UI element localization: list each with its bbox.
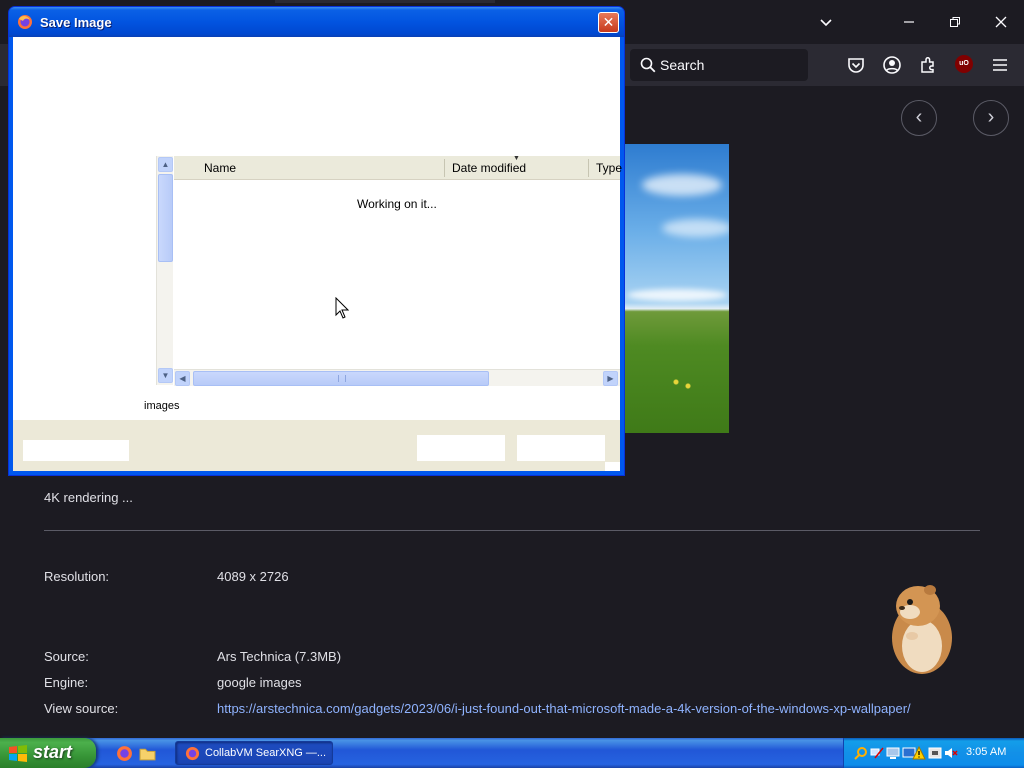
dialog-body: ▲ ▼ Name ▼ Date modified Type Working on… <box>13 37 622 471</box>
triangle-down-icon: ▼ <box>161 371 170 380</box>
horizontal-scroll-thumb[interactable] <box>193 371 489 386</box>
engine-label: Engine: <box>44 675 89 690</box>
preview-image[interactable] <box>622 144 729 433</box>
grip-icon <box>338 375 346 382</box>
previous-image-button[interactable]: ‹ <box>901 100 937 136</box>
tab-strip <box>275 0 495 3</box>
search-icon <box>640 57 656 73</box>
scroll-down-button[interactable]: ▼ <box>158 368 173 383</box>
triangle-left-icon: ◀ <box>179 374 186 383</box>
list-all-tabs-button[interactable] <box>814 10 838 34</box>
column-separator[interactable] <box>444 159 445 177</box>
save-image-dialog: Save Image ✕ ▲ ▼ Name ▼ Date modified Ty… <box>8 6 625 476</box>
firefox-quicklaunch-icon[interactable] <box>116 745 133 762</box>
image-description: 4K rendering ... <box>44 490 133 505</box>
menu-icon[interactable] <box>990 55 1010 75</box>
vertical-scroll-thumb[interactable] <box>158 174 173 262</box>
security-tray-icon[interactable] <box>928 746 942 760</box>
column-header-name[interactable]: Name <box>204 161 236 175</box>
file-list-header: Name ▼ Date modified Type <box>174 155 622 180</box>
scroll-up-button[interactable]: ▲ <box>158 157 173 172</box>
restore-icon <box>950 17 960 27</box>
engine-value: google images <box>217 675 302 690</box>
view-source-link[interactable]: https://arstechnica.com/gadgets/2023/06/… <box>217 701 911 716</box>
minimize-icon <box>904 21 914 23</box>
taskbar-item-browser[interactable]: CollabVM SearXNG —... <box>175 741 333 765</box>
resolution-value: 4089 x 2726 <box>217 569 289 584</box>
warning-tray-icon[interactable] <box>912 746 926 760</box>
resize-grip[interactable] <box>605 462 620 471</box>
volume-muted-tray-icon[interactable] <box>944 746 958 760</box>
system-tray: 3:05 AM <box>843 738 1024 768</box>
loading-status: Working on it... <box>357 197 437 211</box>
close-icon: ✕ <box>602 14 615 30</box>
scroll-right-button[interactable]: ▶ <box>603 371 618 386</box>
firefox-icon <box>185 746 200 761</box>
restore-button[interactable] <box>943 10 967 34</box>
filename-field[interactable] <box>23 440 129 461</box>
close-icon <box>995 16 1007 28</box>
dialog-footer <box>13 420 620 471</box>
computer-tray-icon[interactable] <box>886 746 900 760</box>
source-label: Source: <box>44 649 89 664</box>
divider <box>44 530 980 531</box>
taskbar-item-label: CollabVM SearXNG —... <box>205 747 327 759</box>
triangle-up-icon: ▲ <box>161 160 170 169</box>
next-image-button[interactable]: › <box>973 100 1009 136</box>
taskbar: start CollabVM SearXNG —... 3:05 AM <box>0 738 1024 768</box>
pocket-icon[interactable] <box>846 55 866 75</box>
start-button[interactable]: start <box>0 738 96 768</box>
cancel-button[interactable] <box>517 435 605 461</box>
minimize-button[interactable] <box>897 10 921 34</box>
dialog-titlebar[interactable]: Save Image ✕ <box>9 7 624 37</box>
column-header-type[interactable]: Type <box>596 161 622 175</box>
search-placeholder: Search <box>660 57 705 73</box>
taskbar-clock[interactable]: 3:05 AM <box>966 746 1006 758</box>
source-value: Ars Technica (7.3MB) <box>217 649 342 664</box>
extensions-icon[interactable] <box>918 55 938 75</box>
view-source-label: View source: <box>44 701 119 716</box>
ublock-origin-icon[interactable]: uO <box>955 55 973 73</box>
mouse-cursor-icon <box>335 297 349 319</box>
chevron-left-icon: ‹ <box>915 106 923 128</box>
firefox-icon <box>18 15 32 29</box>
scroll-left-button[interactable]: ◀ <box>175 371 190 386</box>
start-label: start <box>33 742 73 762</box>
triangle-right-icon: ▶ <box>607 374 614 383</box>
hamster-mascot-icon <box>892 585 952 674</box>
dialog-close-button[interactable]: ✕ <box>598 12 619 33</box>
account-icon[interactable] <box>882 55 902 75</box>
horizontal-scrollbar[interactable]: ◀ ▶ <box>174 369 620 386</box>
chevron-right-icon: › <box>987 106 995 128</box>
cloud-shape <box>627 289 727 301</box>
resolution-label: Resolution: <box>44 569 110 584</box>
windows-logo-icon <box>9 745 27 762</box>
cloud-shape <box>642 174 722 196</box>
network-tray-icon[interactable] <box>870 746 884 760</box>
search-box[interactable]: Search <box>630 49 808 81</box>
close-window-button[interactable] <box>989 10 1013 34</box>
current-folder-label: images <box>144 400 180 412</box>
vertical-scrollbar[interactable]: ▲ ▼ <box>156 156 173 385</box>
folder-quicklaunch-icon[interactable] <box>139 745 156 762</box>
search-tray-icon[interactable] <box>854 746 868 760</box>
chevron-down-icon <box>820 19 832 27</box>
cloud-shape <box>662 219 729 237</box>
column-header-date-modified[interactable]: Date modified <box>452 161 526 175</box>
column-separator[interactable] <box>588 159 589 177</box>
flowers-shape <box>667 374 697 394</box>
save-button[interactable] <box>417 435 505 461</box>
dialog-title: Save Image <box>40 15 112 30</box>
